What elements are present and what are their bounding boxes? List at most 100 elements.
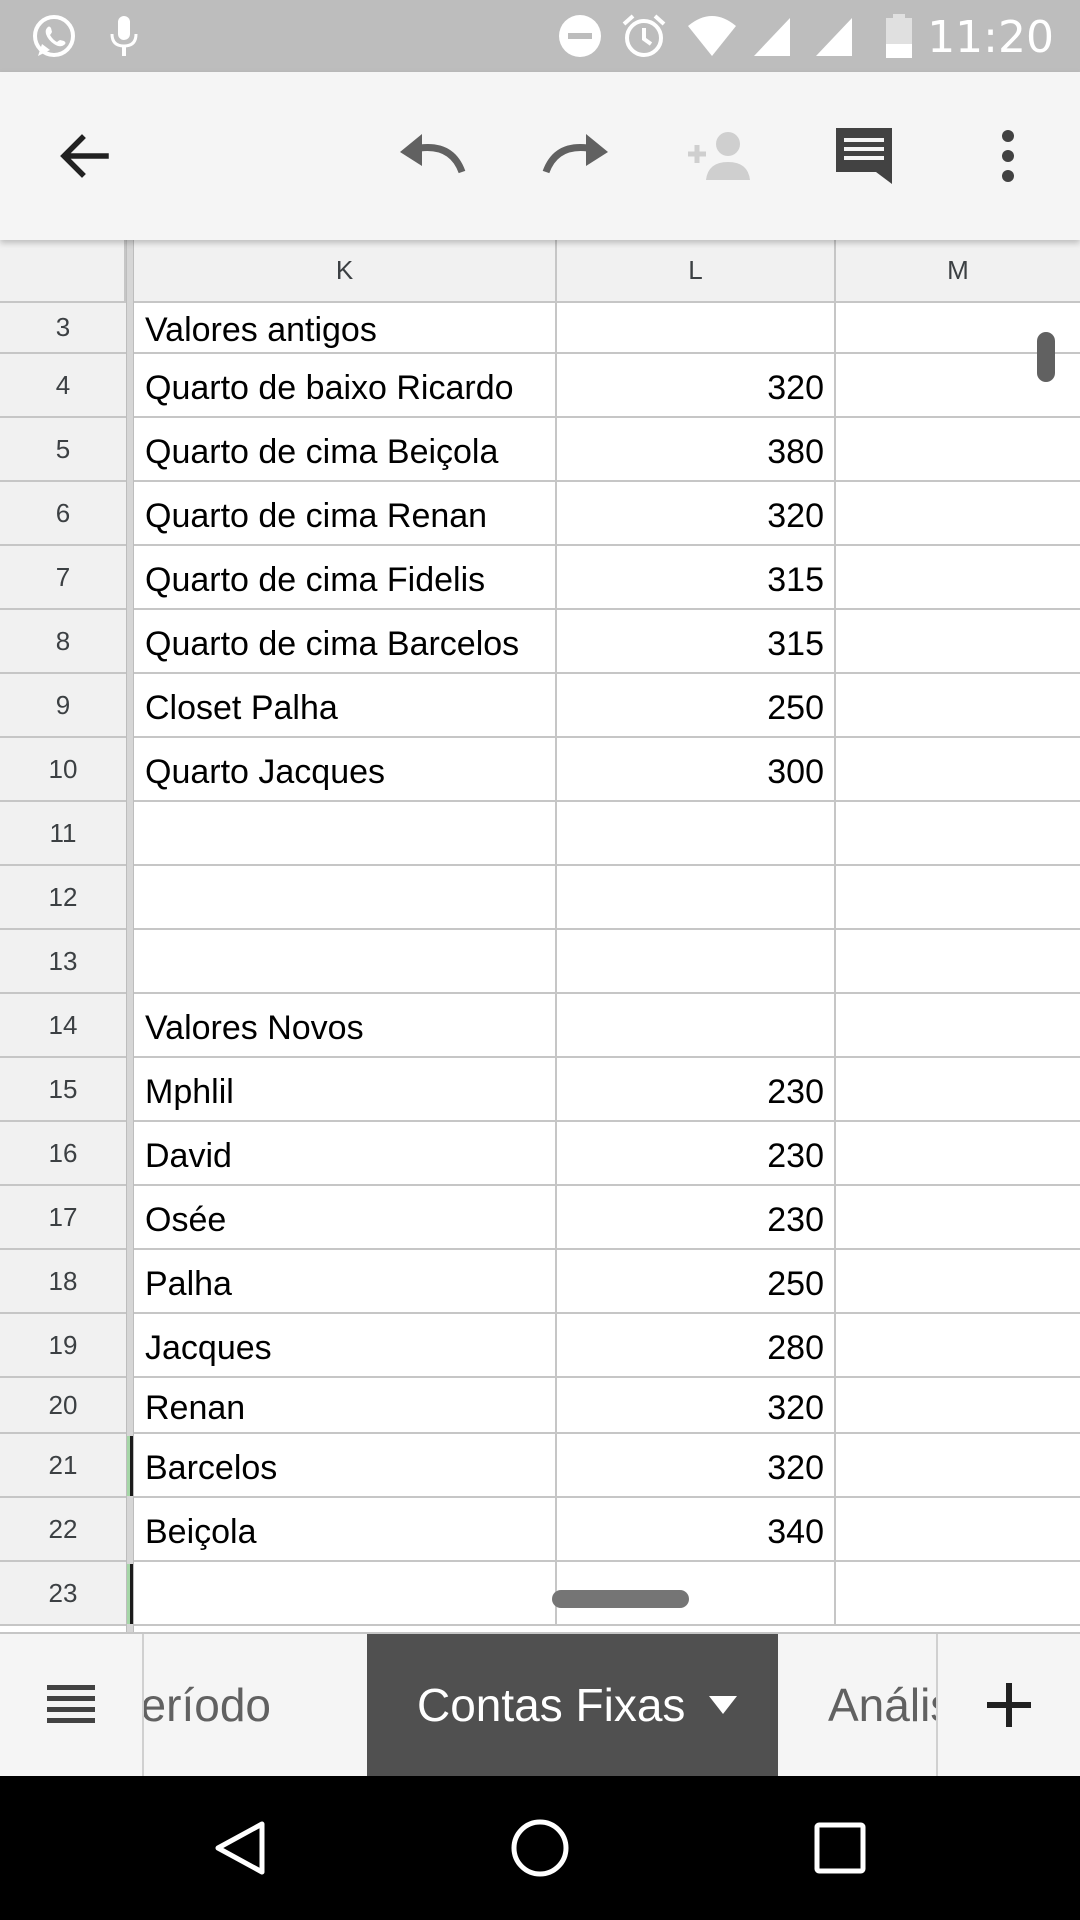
cell-m[interactable] [836, 482, 1080, 546]
frozen-divider[interactable] [126, 240, 134, 1632]
cell-k[interactable]: Mphlil [134, 1058, 557, 1122]
tab-analise[interactable]: Análise [778, 1634, 936, 1776]
row-header[interactable]: 3 [0, 303, 126, 354]
cell-m[interactable] [836, 738, 1080, 802]
cell-m[interactable] [836, 1498, 1080, 1562]
cell-l[interactable] [557, 303, 836, 354]
tab-contas-fixas[interactable]: Contas Fixas [367, 1634, 778, 1776]
back-arrow-icon[interactable] [40, 112, 128, 200]
row-header[interactable]: 16 [0, 1122, 126, 1186]
cell-m[interactable] [836, 546, 1080, 610]
row-header[interactable]: 20 [0, 1378, 126, 1434]
cell-k[interactable]: Quarto Jacques [134, 738, 557, 802]
cell-k[interactable]: Quarto de cima Renan [134, 482, 557, 546]
cell-k[interactable]: Osée [134, 1186, 557, 1250]
sheets-menu-icon[interactable] [0, 1634, 144, 1776]
cell-l[interactable]: 315 [557, 610, 836, 674]
tab-periodo[interactable]: Período [144, 1634, 367, 1776]
add-sheet-icon[interactable] [936, 1634, 1080, 1776]
cell-k[interactable]: Quarto de cima Beiçola [134, 418, 557, 482]
row-header[interactable]: 17 [0, 1186, 126, 1250]
horizontal-scrollbar[interactable] [552, 1590, 689, 1608]
recents-square-icon[interactable] [796, 1804, 884, 1892]
cell-l[interactable]: 320 [557, 1434, 836, 1498]
column-header-k[interactable]: K [134, 240, 557, 303]
cell-l[interactable]: 250 [557, 1250, 836, 1314]
cell-k[interactable] [134, 866, 557, 930]
row-header[interactable]: 21 [0, 1434, 126, 1498]
row-header[interactable]: 10 [0, 738, 126, 802]
row-header[interactable]: 8 [0, 610, 126, 674]
cell-l[interactable]: 230 [557, 1122, 836, 1186]
row-header[interactable]: 7 [0, 546, 126, 610]
cell-k[interactable]: Valores Novos [134, 994, 557, 1058]
grid-corner[interactable] [0, 240, 126, 303]
cell-k[interactable]: Beiçola [134, 1498, 557, 1562]
cell-k[interactable]: Barcelos [134, 1434, 557, 1498]
vertical-scrollbar[interactable] [1037, 332, 1055, 382]
cell-k[interactable]: Valores antigos [134, 303, 557, 354]
home-circle-icon[interactable] [496, 1804, 584, 1892]
cell-m[interactable] [836, 1250, 1080, 1314]
more-vert-icon[interactable] [964, 112, 1052, 200]
cell-k[interactable]: Jacques [134, 1314, 557, 1378]
cell-l[interactable]: 300 [557, 738, 836, 802]
column-header-m[interactable]: M [836, 240, 1080, 303]
row-header[interactable]: 23 [0, 1562, 126, 1626]
cell-m[interactable] [836, 802, 1080, 866]
row-header[interactable]: 12 [0, 866, 126, 930]
cell-m[interactable] [836, 994, 1080, 1058]
cell-m[interactable] [836, 674, 1080, 738]
row-header[interactable]: 19 [0, 1314, 126, 1378]
cell-m[interactable] [836, 1562, 1080, 1626]
cell-l[interactable]: 280 [557, 1314, 836, 1378]
cell-l[interactable]: 320 [557, 1378, 836, 1434]
row-header[interactable]: 18 [0, 1250, 126, 1314]
row-header[interactable]: 13 [0, 930, 126, 994]
cell-m[interactable] [836, 1314, 1080, 1378]
cell-m[interactable] [836, 866, 1080, 930]
cell-l[interactable]: 230 [557, 1058, 836, 1122]
cell-m[interactable] [836, 610, 1080, 674]
dropdown-arrow-icon[interactable] [707, 1694, 739, 1716]
spreadsheet-grid[interactable]: K L M 3 Valores antigos 4 Quarto de baixo R… [0, 240, 1080, 1632]
cell-k[interactable]: Quarto de baixo Ricardo [134, 354, 557, 418]
row-header[interactable]: 5 [0, 418, 126, 482]
cell-l[interactable]: 250 [557, 674, 836, 738]
row-header[interactable]: 22 [0, 1498, 126, 1562]
cell-m[interactable] [836, 1058, 1080, 1122]
cell-k[interactable]: Renan [134, 1378, 557, 1434]
cell-k[interactable]: Quarto de cima Fidelis [134, 546, 557, 610]
row-header[interactable]: 6 [0, 482, 126, 546]
comment-icon[interactable] [820, 112, 908, 200]
cell-l[interactable] [557, 994, 836, 1058]
row-header[interactable]: 9 [0, 674, 126, 738]
cell-k[interactable]: David [134, 1122, 557, 1186]
column-header-l[interactable]: L [557, 240, 836, 303]
cell-m[interactable] [836, 1434, 1080, 1498]
cell-k[interactable] [134, 802, 557, 866]
cell-m[interactable] [836, 1186, 1080, 1250]
back-triangle-icon[interactable] [196, 1804, 284, 1892]
cell-k[interactable] [134, 930, 557, 994]
cell-k[interactable]: Quarto de cima Barcelos [134, 610, 557, 674]
row-header[interactable]: 15 [0, 1058, 126, 1122]
cell-k[interactable]: Palha [134, 1250, 557, 1314]
cell-m[interactable] [836, 930, 1080, 994]
row-header[interactable]: 11 [0, 802, 126, 866]
cell-m[interactable] [836, 1122, 1080, 1186]
undo-icon[interactable] [388, 112, 476, 200]
cell-l[interactable]: 230 [557, 1186, 836, 1250]
cell-l[interactable] [557, 930, 836, 994]
cell-l[interactable]: 320 [557, 354, 836, 418]
cell-k[interactable] [134, 1562, 557, 1626]
cell-m[interactable] [836, 1378, 1080, 1434]
cell-l[interactable]: 340 [557, 1498, 836, 1562]
cell-l[interactable] [557, 866, 836, 930]
cell-l[interactable] [557, 802, 836, 866]
cell-m[interactable] [836, 418, 1080, 482]
row-header[interactable]: 4 [0, 354, 126, 418]
cell-l[interactable]: 320 [557, 482, 836, 546]
row-header[interactable]: 14 [0, 994, 126, 1058]
redo-icon[interactable] [532, 112, 620, 200]
